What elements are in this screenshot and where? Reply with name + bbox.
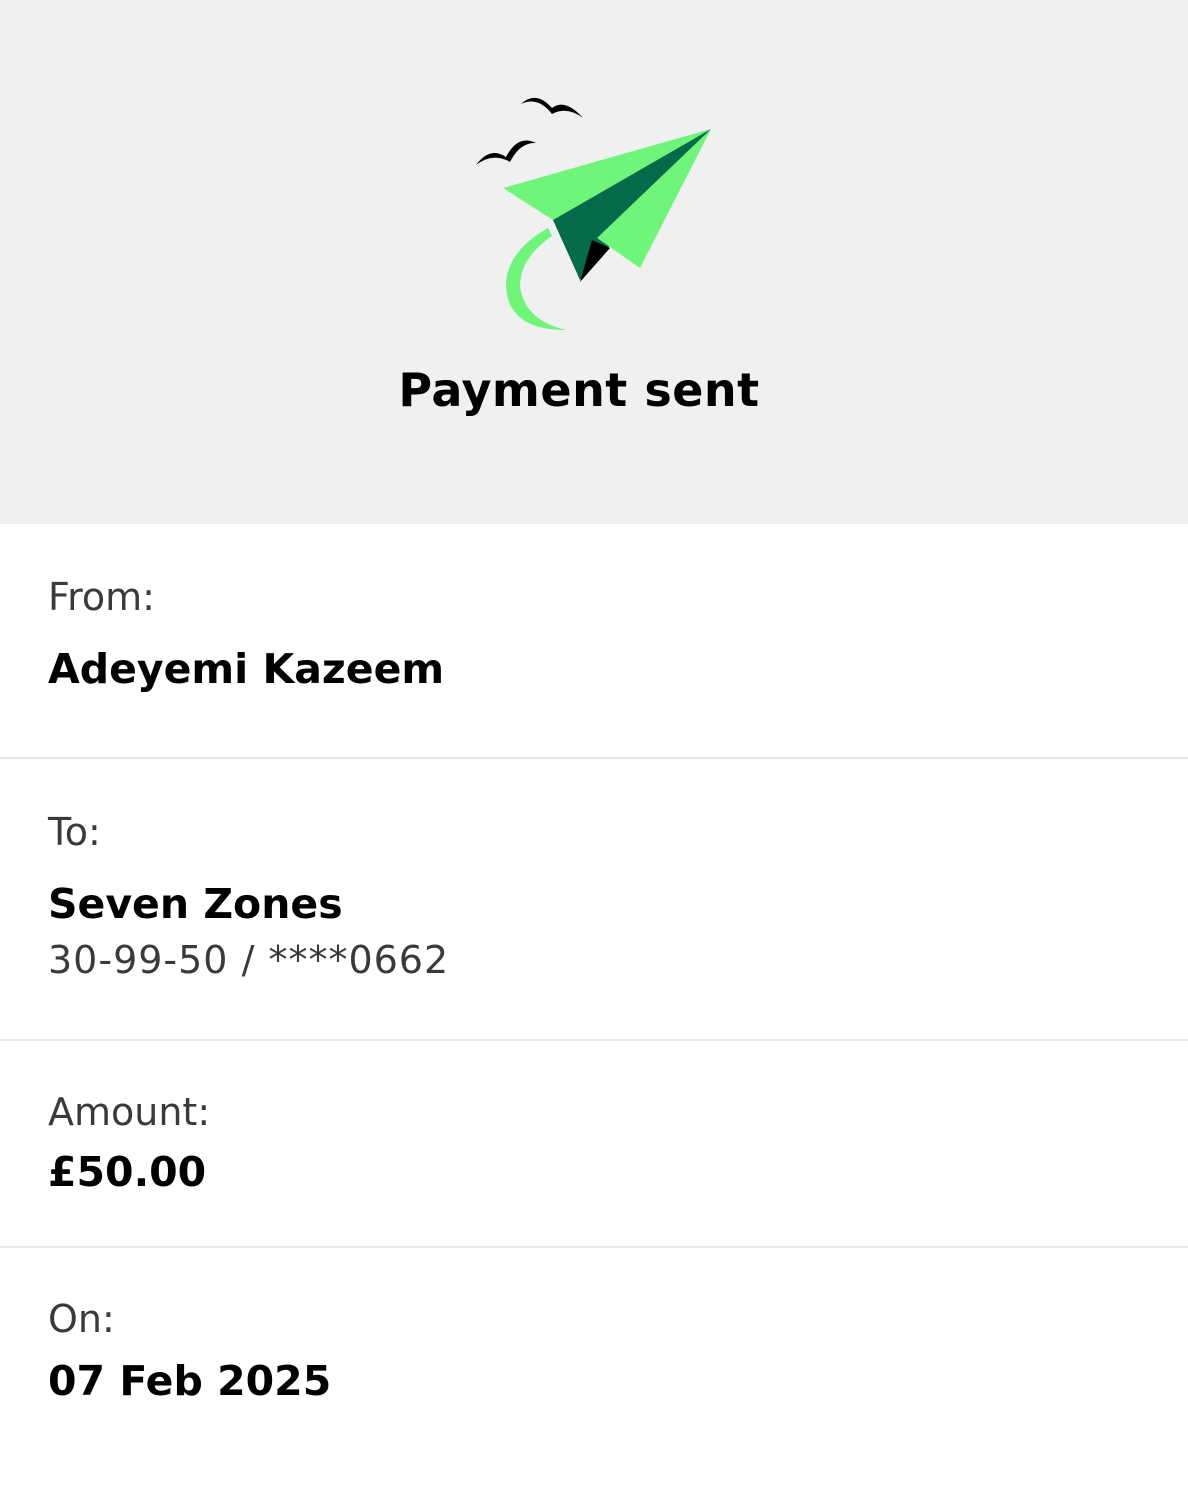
date-section: On: 07 Feb 2025 xyxy=(0,1248,1188,1502)
from-section: From: Adeyemi Kazeem xyxy=(0,524,1188,759)
amount-value: £50.00 xyxy=(48,1148,207,1196)
payment-success-header: Payment sent xyxy=(0,0,1188,524)
amount-section: Amount: £50.00 xyxy=(0,1041,1188,1248)
from-label: From: xyxy=(48,575,155,619)
page-title: Payment sent xyxy=(398,363,760,417)
to-section: To: Seven Zones 30-99-50 / ****0662 xyxy=(0,759,1188,1041)
to-label: To: xyxy=(48,810,101,854)
recipient-name: Seven Zones xyxy=(48,880,343,928)
date-label: On: xyxy=(48,1297,115,1341)
sender-name: Adeyemi Kazeem xyxy=(48,645,445,693)
amount-label: Amount: xyxy=(48,1090,211,1134)
paper-plane-icon xyxy=(476,97,711,330)
payment-date: 07 Feb 2025 xyxy=(48,1357,332,1405)
recipient-account-details: 30-99-50 / ****0662 xyxy=(48,938,450,982)
payment-receipt: Payment sent From: Adeyemi Kazeem To: Se… xyxy=(0,0,1188,1502)
